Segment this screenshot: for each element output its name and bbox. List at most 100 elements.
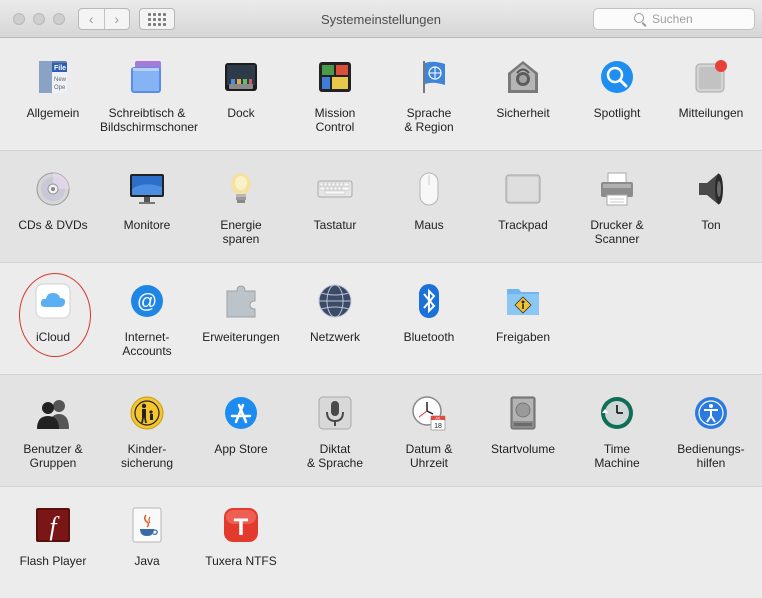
title-bar: ‹ › Systemeinstellungen: [0, 0, 762, 38]
svg-text:File: File: [54, 65, 66, 72]
pref-pane-cd-dvd[interactable]: CDs & DVDs: [6, 151, 100, 261]
pref-pane-sound[interactable]: Ton: [664, 151, 758, 261]
cd-dvd-icon: [35, 171, 71, 207]
pref-pane-language-region[interactable]: Sprache & Region: [382, 39, 476, 149]
pref-pane-label: Tastatur: [313, 218, 357, 232]
pref-pane-desktop-screensaver[interactable]: Schreibtisch & Bildschirmschoner: [100, 39, 199, 149]
pref-pane-label: Spotlight: [593, 106, 641, 120]
pref-pane-dictation-speech[interactable]: Diktat & Sprache: [288, 375, 382, 485]
accessibility-icon: [693, 395, 729, 431]
pref-pane-notifications[interactable]: Mitteilungen: [664, 39, 758, 149]
pref-pane-flash-player[interactable]: f Flash Player: [6, 487, 100, 597]
pref-pane-label: Maus: [414, 218, 444, 232]
pref-pane-users-groups[interactable]: Benutzer & Gruppen: [6, 375, 100, 485]
svg-text:T: T: [234, 514, 249, 541]
pref-pane-label: Bedienungs- hilfen: [677, 442, 745, 470]
energy-saver-icon: [223, 171, 259, 207]
pref-pane-spotlight[interactable]: Spotlight: [570, 39, 664, 149]
flash-player-icon: f: [35, 507, 71, 543]
pref-pane-label: Erweiterungen: [202, 330, 280, 344]
pref-pane-sharing[interactable]: Freigaben: [476, 263, 570, 373]
language-region-icon: [411, 59, 447, 95]
startup-disk-icon: [505, 395, 541, 431]
search-field[interactable]: [593, 8, 755, 30]
pref-pane-network[interactable]: Netzwerk: [288, 263, 382, 373]
icloud-icon: [35, 283, 71, 319]
pref-pane-label: Netzwerk: [309, 330, 360, 344]
security-icon: [505, 59, 541, 95]
svg-text:JUL: JUL: [435, 417, 441, 421]
pref-pane-label: Internet- Accounts: [122, 330, 172, 358]
pref-pane-label: Flash Player: [19, 554, 87, 568]
bluetooth-icon: [411, 283, 447, 319]
pref-pane-internet-accounts[interactable]: @ Internet- Accounts: [100, 263, 194, 373]
pref-pane-time-machine[interactable]: Time Machine: [570, 375, 664, 485]
pref-pane-accessibility[interactable]: Bedienungs- hilfen: [664, 375, 758, 485]
sharing-icon: [505, 283, 541, 319]
search-icon: [634, 13, 644, 23]
trackpad-icon: [505, 171, 541, 207]
sound-icon: [693, 171, 729, 207]
pref-pane-security[interactable]: Sicherheit: [476, 39, 570, 149]
pref-pane-label: Datum & Uhrzeit: [405, 442, 453, 470]
pref-pane-app-store[interactable]: App Store: [194, 375, 288, 485]
pref-pane-extensions[interactable]: Erweiterungen: [194, 263, 288, 373]
displays-icon: [129, 171, 165, 207]
pref-pane-label: Monitore: [123, 218, 171, 232]
pref-pane-label: Freigaben: [495, 330, 551, 344]
pref-pane-dock[interactable]: Dock: [194, 39, 288, 149]
dock-icon: [223, 59, 259, 95]
pref-pane-label: Trackpad: [498, 218, 548, 232]
pref-pane-label: Sicherheit: [496, 106, 550, 120]
pref-pane-label: Tuxera NTFS: [205, 554, 277, 568]
date-time-icon: JUL 18: [411, 395, 447, 431]
pref-pane-parental-controls[interactable]: Kinder- sicherung: [100, 375, 194, 485]
pref-pane-label: Startvolume: [490, 442, 556, 456]
pref-pane-bluetooth[interactable]: Bluetooth: [382, 263, 476, 373]
pref-pane-mouse[interactable]: Maus: [382, 151, 476, 261]
svg-text:New: New: [54, 77, 67, 83]
printer-scanner-icon: [599, 171, 635, 207]
pref-pane-icloud[interactable]: iCloud: [6, 263, 100, 373]
pref-pane-tuxera-ntfs[interactable]: T Tuxera NTFS: [194, 487, 288, 597]
notifications-icon: [693, 59, 729, 95]
pref-pane-label: Schreibtisch & Bildschirmschoner: [100, 106, 199, 134]
pref-pane-displays[interactable]: Monitore: [100, 151, 194, 261]
svg-text:Ope: Ope: [54, 85, 66, 91]
extensions-icon: [223, 283, 259, 319]
dictation-speech-icon: [317, 395, 353, 431]
pref-pane-label: Energie sparen: [220, 218, 262, 246]
users-groups-icon: [35, 395, 71, 431]
internet-accounts-icon: @: [129, 283, 165, 319]
pref-pane-mission-control[interactable]: Mission Control: [288, 39, 382, 149]
pref-pane-startup-disk[interactable]: Startvolume: [476, 375, 570, 485]
tuxera-ntfs-icon: T: [223, 507, 259, 543]
app-store-icon: [223, 395, 259, 431]
pref-pane-energy-saver[interactable]: Energie sparen: [194, 151, 288, 261]
svg-text:@: @: [137, 291, 157, 313]
pref-pane-keyboard[interactable]: Tastatur: [288, 151, 382, 261]
general-icon: File New Ope: [35, 59, 71, 95]
pref-pane-date-time[interactable]: JUL 18 Datum & Uhrzeit: [382, 375, 476, 485]
java-icon: [129, 507, 165, 543]
keyboard-icon: [317, 171, 353, 207]
network-icon: [317, 283, 353, 319]
pref-pane-general[interactable]: File New Ope Allgemein: [6, 39, 100, 149]
pref-pane-java[interactable]: Java: [100, 487, 194, 597]
pref-pane-label: CDs & DVDs: [18, 218, 88, 232]
desktop-screensaver-icon: [129, 59, 165, 95]
parental-controls-icon: [129, 395, 165, 431]
mission-control-icon: [317, 59, 353, 95]
pref-pane-label: Drucker & Scanner: [590, 218, 644, 246]
pref-pane-label: Diktat & Sprache: [306, 442, 364, 470]
pref-pane-printer-scanner[interactable]: Drucker & Scanner: [570, 151, 664, 261]
search-input[interactable]: [652, 11, 747, 27]
pref-pane-label: Java: [134, 554, 160, 568]
pref-pane-label: Time Machine: [594, 442, 640, 470]
pref-pane-trackpad[interactable]: Trackpad: [476, 151, 570, 261]
pref-pane-label: Mitteilungen: [678, 106, 744, 120]
pref-pane-label: Kinder- sicherung: [120, 442, 174, 470]
pref-pane-label: Bluetooth: [403, 330, 455, 344]
mouse-icon: [411, 171, 447, 207]
pref-pane-label: Dock: [227, 106, 255, 120]
